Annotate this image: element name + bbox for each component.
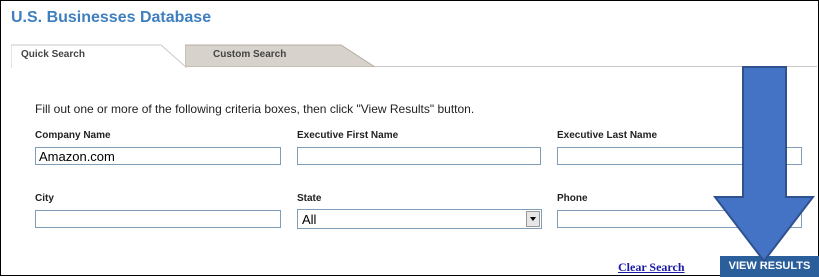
state-select-value: All: [302, 212, 317, 227]
tab-custom-search-label: Custom Search: [213, 49, 287, 60]
phone-label: Phone: [557, 193, 588, 204]
tab-quick-search[interactable]: Quick Search: [11, 43, 187, 68]
state-select[interactable]: All: [297, 209, 542, 229]
city-label: City: [35, 193, 54, 204]
tab-quick-search-label: Quick Search: [21, 49, 85, 60]
clear-search-link[interactable]: Clear Search: [618, 260, 685, 275]
chevron-down-icon[interactable]: [526, 211, 540, 227]
page-title: U.S. Businesses Database: [11, 9, 212, 26]
tab-bar: Custom Search Quick Search: [11, 43, 817, 68]
executive-last-name-label: Executive Last Name: [557, 130, 658, 141]
instructions-text: Fill out one or more of the following cr…: [35, 102, 475, 116]
company-name-input[interactable]: Amazon.com: [35, 147, 281, 165]
executive-first-name-input[interactable]: [297, 147, 541, 165]
state-label: State: [297, 193, 322, 204]
executive-last-name-input[interactable]: [557, 147, 802, 165]
tab-custom-search[interactable]: Custom Search: [185, 43, 377, 67]
view-results-button[interactable]: VIEW RESULTS: [720, 256, 819, 277]
tab-bar-divider: [375, 66, 817, 67]
search-panel: U.S. Businesses Database Custom Search Q…: [0, 0, 819, 277]
phone-input[interactable]: [557, 210, 802, 228]
executive-first-name-label: Executive First Name: [297, 130, 399, 141]
company-name-label: Company Name: [35, 130, 111, 141]
city-input[interactable]: [35, 210, 281, 228]
